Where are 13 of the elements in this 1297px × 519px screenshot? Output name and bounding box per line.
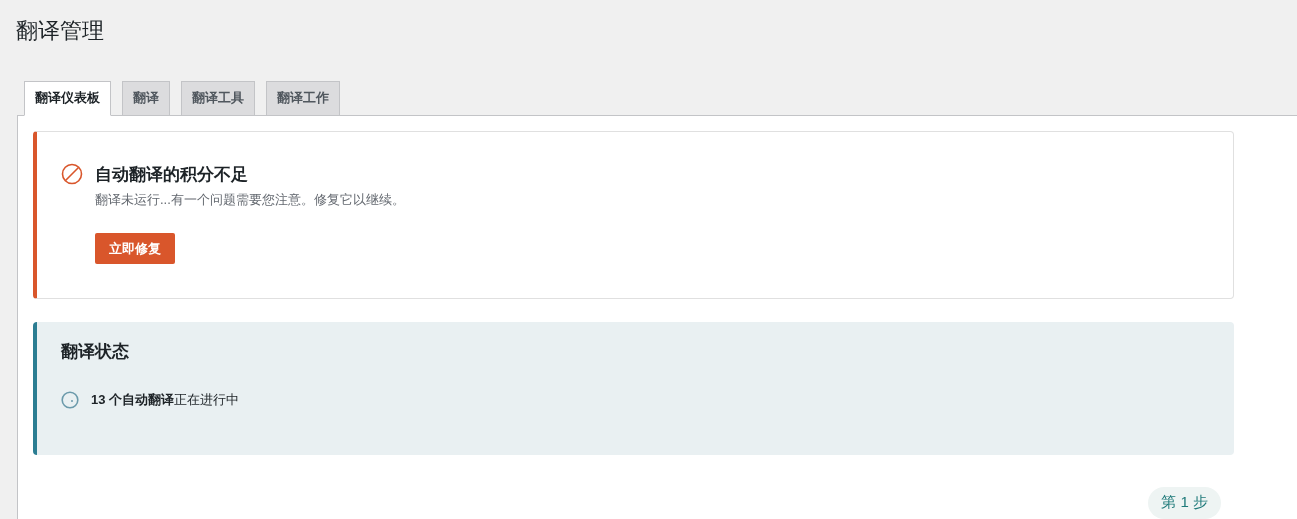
tab[interactable]: 翻译 — [122, 80, 170, 115]
tab[interactable]: 翻译工具 — [181, 80, 255, 115]
alert-message: 翻译未运行...有一个问题需要您注意。修复它以继续。 — [95, 191, 405, 209]
step-badge: 第 1 步 — [1148, 486, 1221, 519]
prohibited-icon — [61, 163, 83, 186]
page-title: 翻译管理 — [16, 17, 104, 45]
alert-title: 自动翻译的积分不足 — [95, 163, 248, 186]
tab[interactable]: 翻译仪表板 — [24, 80, 111, 116]
status-line: 13 个自动翻译正在进行中 — [91, 391, 240, 409]
progress-ring-icon — [61, 390, 79, 409]
tab[interactable]: 翻译工作 — [266, 80, 340, 115]
status-title: 翻译状态 — [61, 340, 129, 363]
fix-now-button[interactable]: 立即修复 — [95, 233, 175, 264]
